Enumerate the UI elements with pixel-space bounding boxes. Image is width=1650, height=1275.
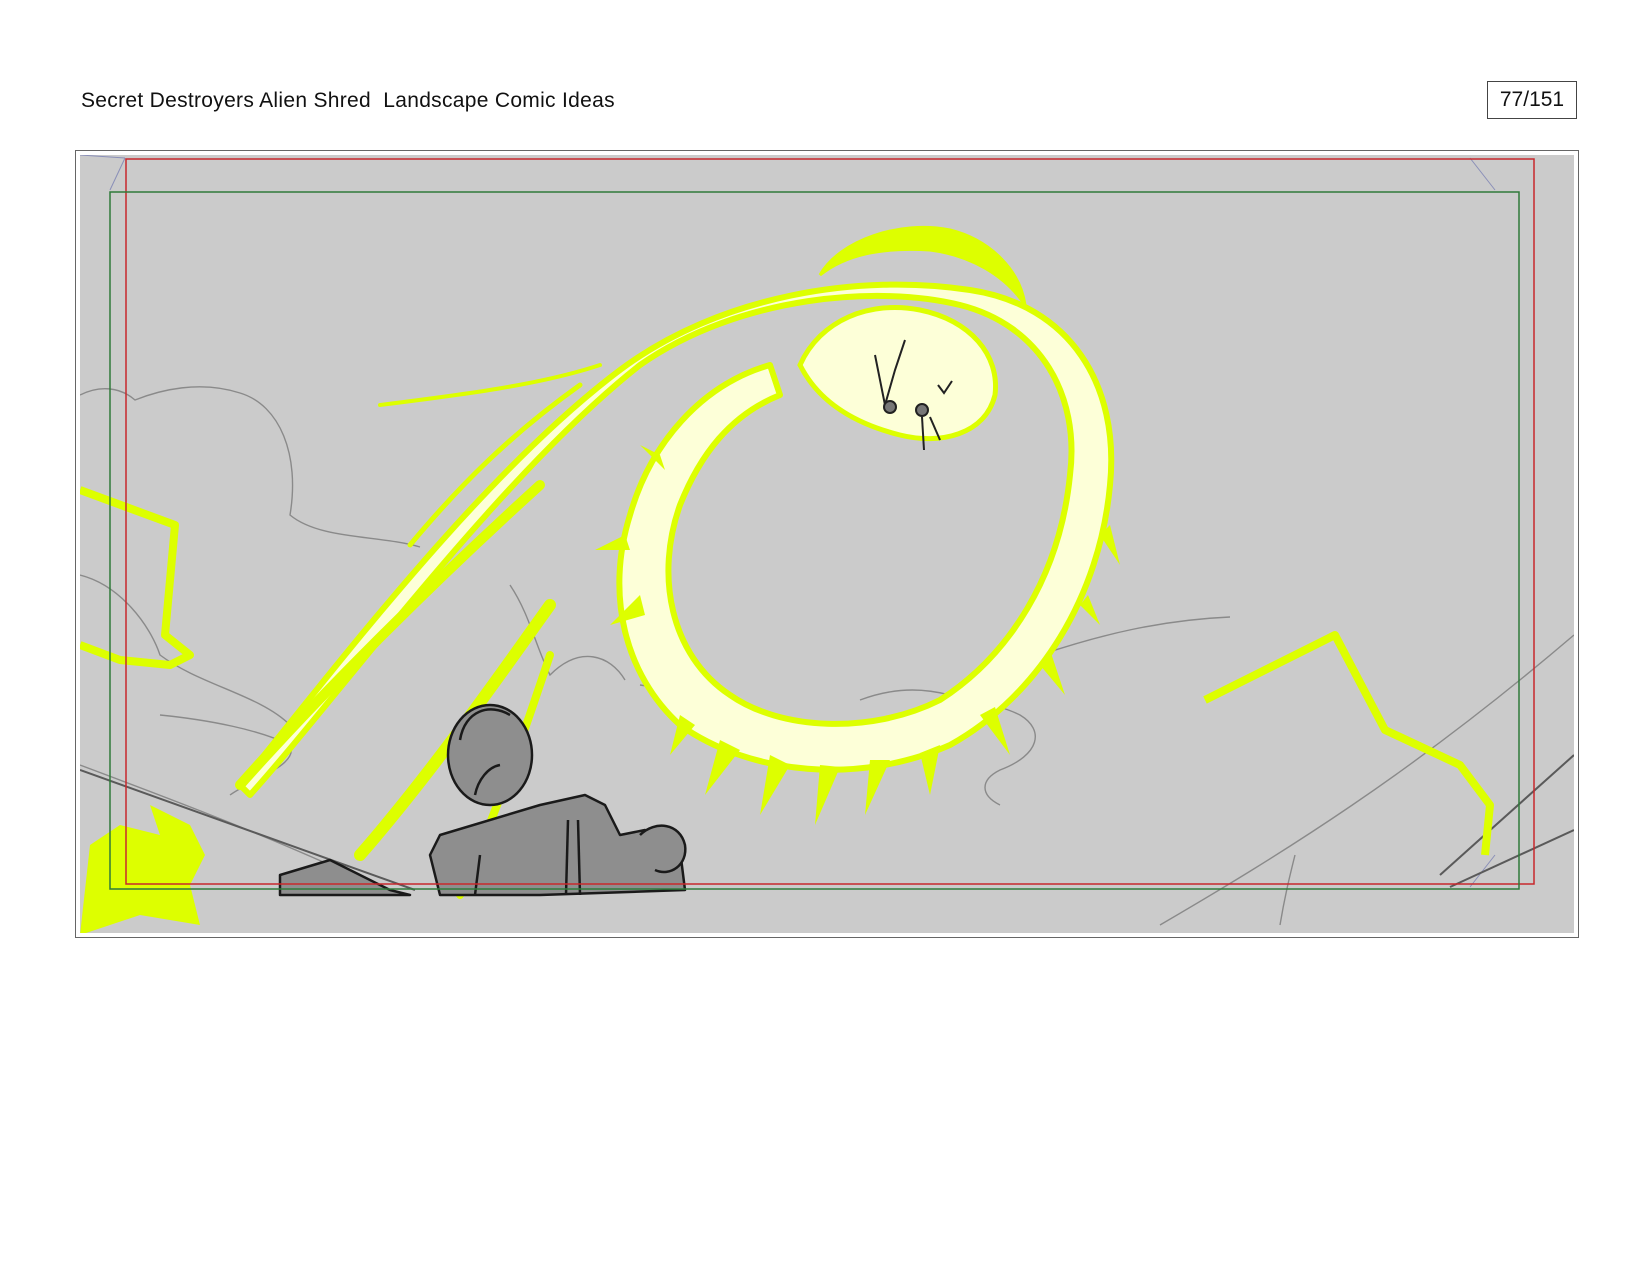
storyboard-sketch (80, 155, 1574, 933)
storyboard-panel (75, 150, 1579, 938)
page-title: Secret Destroyers Alien Shred Landscape … (81, 89, 615, 112)
page-counter: 77/151 (1487, 81, 1577, 119)
